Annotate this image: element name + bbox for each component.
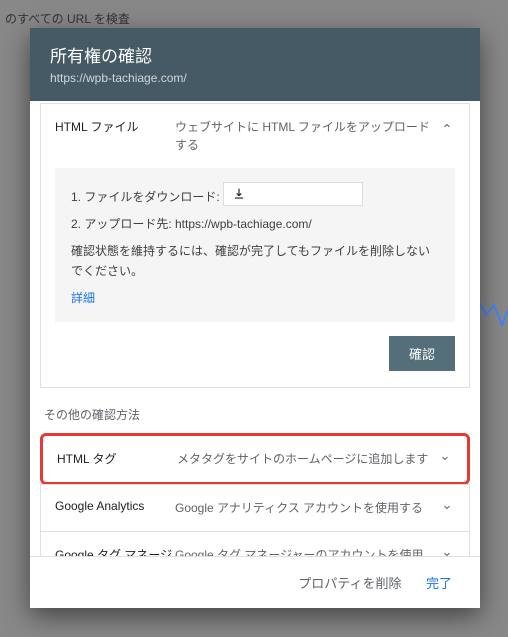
dialog-footer: プロパティを削除 完了 [30, 556, 480, 608]
ownership-dialog: 所有権の確認 https://wpb-tachiage.com/ HTML ファ… [30, 28, 480, 608]
method-html-file-name: HTML ファイル [55, 118, 175, 135]
step1-label: 1. ファイルをダウンロード: [71, 190, 220, 204]
method-ga-name: Google Analytics [55, 499, 175, 513]
chart-sparkline [478, 290, 508, 330]
note-text: 確認状態を維持するには、確認が完了してもファイルを削除しないでください。 [71, 242, 439, 280]
url-inspect-hint: のすべての URL を検査 [5, 10, 130, 27]
method-html-file[interactable]: HTML ファイル ウェブサイトに HTML ファイルをアップロードする 1. … [40, 103, 470, 388]
method-ga-desc: Google アナリティクス アカウントを使用する [175, 499, 431, 517]
dialog-body: HTML ファイル ウェブサイトに HTML ファイルをアップロードする 1. … [30, 101, 480, 556]
method-gtm[interactable]: Google タグ マネージャー Google タグ マネージャーのアカウントを… [40, 531, 470, 556]
download-icon [232, 187, 246, 201]
method-html-file-desc: ウェブサイトに HTML ファイルをアップロードする [175, 118, 431, 154]
chevron-down-icon[interactable] [439, 501, 455, 513]
confirm-button[interactable]: 確認 [389, 336, 455, 371]
other-methods-label: その他の確認方法 [44, 406, 470, 423]
download-button[interactable] [223, 182, 363, 206]
remove-property-button[interactable]: プロパティを削除 [288, 567, 411, 598]
chevron-up-icon[interactable] [439, 120, 455, 132]
dialog-title: 所有権の確認 [50, 42, 460, 67]
method-html-tag[interactable]: HTML タグ メタタグをサイトのホームページに追加します [40, 433, 470, 485]
method-ga[interactable]: Google Analytics Google アナリティクス アカウントを使用… [40, 484, 470, 531]
dialog-subtitle: https://wpb-tachiage.com/ [50, 71, 460, 85]
method-gtm-desc: Google タグ マネージャーのアカウントを使用します [175, 546, 431, 556]
method-html-tag-desc: メタタグをサイトのホームページに追加します [177, 450, 429, 468]
chevron-down-icon[interactable] [439, 548, 455, 556]
dialog-header: 所有権の確認 https://wpb-tachiage.com/ [30, 28, 480, 101]
done-button[interactable]: 完了 [416, 567, 462, 598]
html-file-expanded: 1. ファイルをダウンロード: 2. アップロード先: https://wpb-… [55, 168, 455, 322]
method-gtm-name: Google タグ マネージャー [55, 546, 175, 556]
step-2: 2. アップロード先: https://wpb-tachiage.com/ [71, 215, 439, 234]
detail-link[interactable]: 詳細 [71, 289, 95, 306]
method-html-tag-name: HTML タグ [57, 450, 177, 467]
step-1: 1. ファイルをダウンロード: [71, 182, 439, 207]
chevron-down-icon[interactable] [437, 452, 453, 464]
